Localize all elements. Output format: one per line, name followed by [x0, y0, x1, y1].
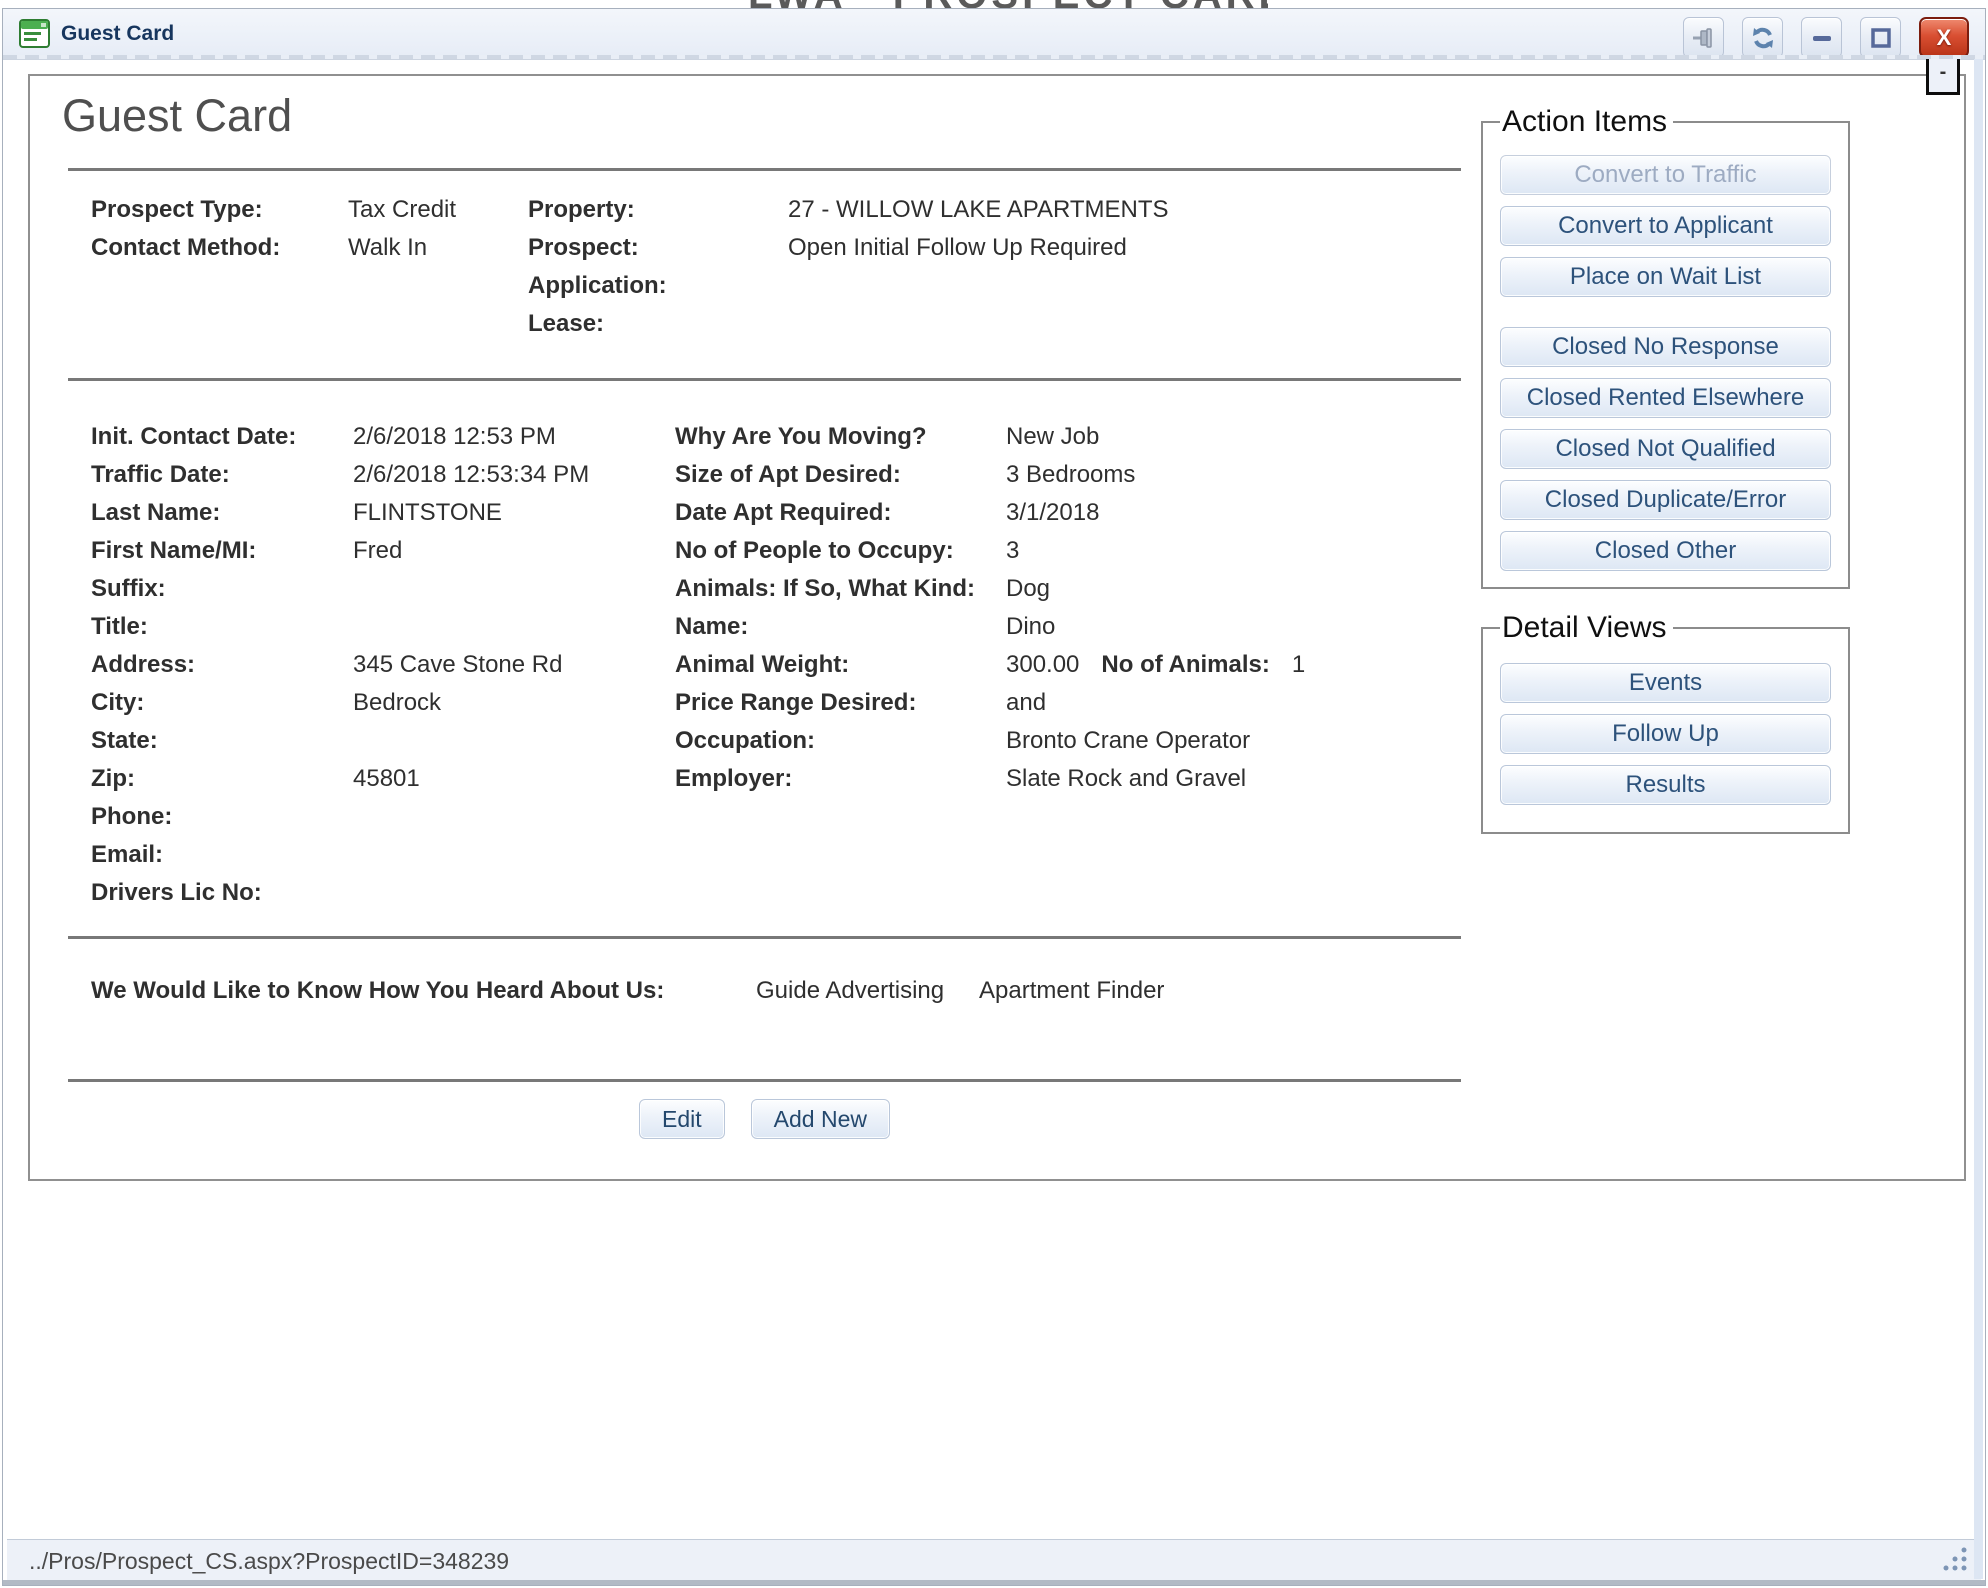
action-button-closed-other[interactable]: Closed Other	[1500, 531, 1831, 571]
field-value-text: 3/1/2018	[1006, 499, 1099, 526]
field-value-text: 3	[1006, 537, 1019, 564]
minimize-icon	[1809, 25, 1835, 51]
field-label-last-name: Last Name:	[91, 499, 353, 527]
heard-about-row: We Would Like to Know How You Heard Abou…	[30, 972, 1964, 1010]
resize-grip-icon[interactable]	[1939, 1546, 1969, 1574]
field-value-no-of-animals: 1	[1292, 651, 1305, 678]
summary-grid: Prospect Type:Tax CreditProperty:27 - WI…	[91, 191, 1169, 343]
guest-card-icon	[19, 18, 50, 49]
field-label-no-of-people-to-occupy: No of People to Occupy:	[675, 537, 1006, 565]
action-button-place-on-wait-list[interactable]: Place on Wait List	[1500, 257, 1831, 297]
action-items-legend: Action Items	[1500, 105, 1673, 139]
window-titlebar: Guest Card	[3, 9, 1985, 60]
field-value-text: Bronto Crane Operator	[1006, 727, 1250, 754]
field-label-drivers-lic-no: Drivers Lic No:	[91, 879, 353, 907]
close-button[interactable]: X	[1919, 17, 1969, 58]
detail-view-button-follow-up[interactable]: Follow Up	[1500, 714, 1831, 754]
field-label-phone: Phone:	[91, 803, 353, 831]
refresh-icon	[1750, 25, 1776, 51]
add-new-button[interactable]: Add New	[751, 1099, 890, 1139]
field-value: Open Initial Follow Up Required	[788, 234, 1169, 262]
maximize-icon	[1868, 25, 1894, 51]
action-button-convert-to-traffic[interactable]: Convert to Traffic	[1500, 155, 1831, 195]
field-label-name: Name:	[675, 613, 1006, 641]
window-bottom-edge	[3, 1580, 1985, 1585]
heard-about-value: Apartment Finder	[979, 972, 1164, 1010]
window-title: Guest Card	[61, 9, 174, 59]
collapse-button[interactable]: -	[1926, 59, 1960, 95]
action-button-closed-duplicate-error[interactable]: Closed Duplicate/Error	[1500, 480, 1831, 520]
divider	[68, 1079, 1461, 1082]
minimize-button[interactable]	[1801, 17, 1842, 58]
field-label-init-contact-date: Init. Contact Date:	[91, 423, 353, 451]
field-value-text: Dog	[1006, 575, 1050, 602]
action-items-panel: Action Items Convert to Traffic Convert t…	[1481, 105, 1850, 589]
detail-view-button-results[interactable]: Results	[1500, 765, 1831, 805]
status-bar: ../Pros/Prospect_CS.aspx?ProspectID=3482…	[7, 1539, 1981, 1582]
field-value-text: Dino	[1006, 613, 1055, 640]
field-label: Prospect:	[528, 234, 788, 262]
action-button-closed-rented-elsewhere[interactable]: Closed Rented Elsewhere	[1500, 378, 1831, 418]
field-label-animals-if-so-what-kind: Animals: If So, What Kind:	[675, 575, 1006, 603]
field-label-state: State:	[91, 727, 353, 755]
detail-views-panel: Detail Views Events Follow Up Results	[1481, 611, 1850, 834]
field-label: Lease:	[528, 310, 788, 338]
field-label: Property:	[528, 196, 788, 224]
refresh-button[interactable]	[1742, 17, 1783, 58]
field-label-zip: Zip:	[91, 765, 353, 793]
field-label-occupation: Occupation:	[675, 727, 1006, 755]
field-label-why-are-you-moving: Why Are You Moving?	[675, 423, 1006, 451]
field-label-title: Title:	[91, 613, 353, 641]
field-label: Contact Method:	[91, 234, 348, 262]
field-label-animal-weight: Animal Weight:	[675, 651, 1006, 679]
field-value: Tax Credit	[348, 196, 528, 224]
divider	[68, 936, 1461, 939]
window-right-edge	[1974, 59, 1983, 1579]
field-label-no-of-animals: No of Animals:	[1101, 651, 1269, 678]
heard-about-label: We Would Like to Know How You Heard Abou…	[91, 972, 664, 1010]
field-label-address: Address:	[91, 651, 353, 679]
action-button-closed-no-response[interactable]: Closed No Response	[1500, 327, 1831, 367]
field-value-text: and	[1006, 689, 1046, 716]
detail-view-button-events[interactable]: Events	[1500, 663, 1831, 703]
page-title: Guest Card	[62, 90, 292, 142]
guest-card-content: Guest Card Prospect Type:Tax CreditPrope…	[28, 74, 1966, 1181]
divider	[68, 378, 1461, 381]
action-button-convert-to-applicant[interactable]: Convert to Applicant	[1500, 206, 1831, 246]
window-controls: X	[1683, 17, 1969, 58]
status-bar-url: ../Pros/Prospect_CS.aspx?ProspectID=3482…	[29, 1548, 509, 1574]
pin-button[interactable]	[1683, 17, 1724, 58]
detail-views-legend: Detail Views	[1500, 611, 1673, 645]
field-label-email: Email:	[91, 841, 353, 869]
field-value: 27 - WILLOW LAKE APARTMENTS	[788, 196, 1169, 224]
action-button-closed-not-qualified[interactable]: Closed Not Qualified	[1500, 429, 1831, 469]
field-label-suffix: Suffix:	[91, 575, 353, 603]
form-button-row: Edit Add New	[68, 1099, 1461, 1139]
close-icon: X	[1937, 25, 1952, 51]
edit-button[interactable]: Edit	[639, 1099, 725, 1139]
field-label-size-of-apt-desired: Size of Apt Desired:	[675, 461, 1006, 489]
guest-card-window: Guest Card	[2, 8, 1986, 1586]
field-label-first-name-mi: First Name/MI:	[91, 537, 353, 565]
field-label-city: City:	[91, 689, 353, 717]
field-label: Prospect Type:	[91, 196, 348, 224]
field-label-date-apt-required: Date Apt Required:	[675, 499, 1006, 527]
field-value-text: New Job	[1006, 423, 1099, 450]
field-label-price-range-desired: Price Range Desired:	[675, 689, 1006, 717]
pin-icon	[1691, 25, 1717, 51]
field-label: Application:	[528, 272, 788, 300]
divider	[68, 168, 1461, 171]
field-value-text: 3 Bedrooms	[1006, 461, 1135, 488]
field-value: Walk In	[348, 234, 528, 262]
maximize-button[interactable]	[1860, 17, 1901, 58]
field-value-text: 300.00	[1006, 651, 1079, 678]
heard-about-value: Guide Advertising	[756, 972, 944, 1010]
field-label-employer: Employer:	[675, 765, 1006, 793]
field-value-text: Slate Rock and Gravel	[1006, 765, 1246, 792]
field-label-traffic-date: Traffic Date:	[91, 461, 353, 489]
